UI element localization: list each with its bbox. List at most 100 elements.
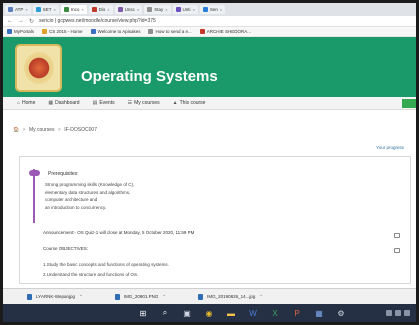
browser-tab[interactable]: Sen × bbox=[199, 5, 226, 14]
file-icon bbox=[198, 293, 204, 300]
system-tray bbox=[386, 310, 410, 316]
task-view-icon[interactable]: ▣ bbox=[180, 306, 194, 320]
bookmark-label: CS 2015 - Home bbox=[49, 29, 83, 34]
tab-label: ATP bbox=[15, 7, 24, 12]
browser-tab[interactable]: Unti × bbox=[172, 5, 198, 14]
bookmark-favicon-icon bbox=[7, 29, 12, 34]
settings-icon[interactable]: ⚙ bbox=[334, 306, 348, 320]
browser-tab[interactable]: Dis × bbox=[88, 5, 113, 14]
url-field[interactable]: sericio | gcpwes.net/moodle/course/view.… bbox=[39, 18, 156, 24]
download-item[interactable]: IMG_20901.PNG ⌃ bbox=[114, 293, 166, 300]
prerequisites-title: Prerequisites: bbox=[48, 171, 79, 177]
tab-favicon-icon bbox=[147, 7, 153, 12]
download-item[interactable]: LYARNK-Wepanjpg ⌃ bbox=[27, 293, 83, 300]
nav-item[interactable]: ▦ Dashboard bbox=[48, 100, 79, 106]
nav-item[interactable]: ⌂ Home bbox=[17, 100, 35, 106]
breadcrumb-course[interactable]: IF-DOSOC007 bbox=[64, 127, 97, 133]
browser-tab[interactable]: ATP × bbox=[5, 5, 31, 14]
address-bar: ← → ↻ sericio | gcpwes.net/moodle/course… bbox=[3, 16, 416, 27]
nav-item[interactable]: ▲ This course bbox=[173, 100, 206, 106]
list-item: elementary data structures and algorithm… bbox=[45, 189, 131, 195]
course-content: Prerequisites: Strong programming skills… bbox=[19, 156, 411, 284]
close-icon[interactable]: × bbox=[25, 7, 27, 12]
objectives-list: 1.Study the basic concepts and functions… bbox=[43, 260, 169, 280]
course-banner: Operating Systems bbox=[3, 37, 416, 97]
tab-favicon-icon bbox=[35, 7, 41, 12]
chevron-up-icon[interactable]: ⌃ bbox=[259, 294, 263, 300]
windows-start-icon[interactable]: ⊞ bbox=[136, 306, 150, 320]
back-icon[interactable]: ← bbox=[7, 18, 13, 24]
forward-icon[interactable]: → bbox=[18, 18, 24, 24]
breadcrumb: 🏠 > My courses > IF-DOSOC007 bbox=[13, 127, 97, 133]
logo-seal bbox=[24, 52, 54, 84]
nav-item-label: This course bbox=[179, 100, 206, 106]
tab-label: SET bbox=[42, 7, 52, 12]
bookmark-item[interactable]: CS 2015 - Home bbox=[42, 29, 83, 34]
home-icon: ⌂ bbox=[17, 100, 21, 106]
volume-icon[interactable] bbox=[395, 310, 401, 316]
list-item: computer architecture and bbox=[45, 197, 98, 202]
tab-label: Sen bbox=[209, 7, 218, 12]
tab-label: Inco bbox=[70, 7, 80, 12]
nav-item[interactable]: ☰ My courses bbox=[128, 100, 160, 106]
prerequisites-list: Strong programming skills (Knowledge of … bbox=[45, 181, 134, 211]
tab-favicon-icon bbox=[202, 7, 208, 12]
list-item: an introduction to concurrency. bbox=[45, 204, 107, 210]
breadcrumb-separator: > bbox=[57, 127, 61, 133]
completion-checkbox[interactable] bbox=[394, 233, 400, 238]
nav-edit-badge[interactable] bbox=[402, 99, 416, 108]
chrome-icon[interactable]: ◉ bbox=[202, 306, 216, 320]
tab-favicon-icon bbox=[175, 7, 181, 12]
chevron-up-icon[interactable]: ⌃ bbox=[162, 294, 166, 300]
powerpoint-icon[interactable]: P bbox=[290, 306, 304, 320]
bookmark-item[interactable]: How to send a e... bbox=[148, 29, 192, 34]
objectives-title: Course OBJECTIVES: bbox=[43, 246, 89, 251]
reload-icon[interactable]: ↻ bbox=[29, 18, 34, 25]
info-icon bbox=[29, 170, 40, 176]
battery-icon[interactable] bbox=[404, 310, 410, 316]
list-item: 2.Understand the structure and functions… bbox=[43, 272, 139, 277]
institution-logo bbox=[15, 44, 62, 92]
close-icon[interactable]: × bbox=[107, 7, 109, 12]
breadcrumb-my-courses[interactable]: My courses bbox=[29, 127, 55, 133]
screen: ATP × SET × Inco × Dis × Unsc × Stay × Unti × Sen × ← →… bbox=[3, 3, 416, 322]
browser-tab[interactable]: SET × bbox=[32, 5, 59, 14]
file-explorer-icon[interactable]: ▬ bbox=[224, 306, 238, 320]
progress-link[interactable]: Your progress bbox=[376, 145, 404, 150]
browser-tab[interactable]: Stay × bbox=[144, 5, 171, 14]
close-icon[interactable]: × bbox=[220, 7, 222, 12]
close-icon[interactable]: × bbox=[193, 7, 195, 12]
course-nav: ⌂ Home ▦ Dashboard ▤ Events ☰ My courses ▲ This c… bbox=[3, 97, 416, 110]
bookmark-item[interactable]: MyPortals bbox=[7, 29, 34, 34]
tab-label: Unti bbox=[182, 7, 191, 12]
chevron-up-icon[interactable]: ⌃ bbox=[79, 294, 83, 300]
bookmark-favicon-icon bbox=[42, 29, 48, 34]
close-icon[interactable]: × bbox=[165, 7, 167, 12]
bookmark-favicon-icon bbox=[199, 29, 205, 34]
calendar-icon[interactable]: ▦ bbox=[312, 306, 326, 320]
close-icon[interactable]: × bbox=[54, 7, 56, 12]
nav-item[interactable]: ▤ Events bbox=[93, 100, 115, 106]
bookmark-favicon-icon bbox=[148, 29, 154, 34]
courses-icon: ☰ bbox=[127, 100, 133, 106]
windows-taskbar: ⊞ ⌕ ▣ ◉ ▬ W X P ▦ ⚙ bbox=[3, 304, 416, 322]
download-item[interactable]: IMG_20190826_14...jpg ⌃ bbox=[198, 293, 263, 300]
search-icon[interactable]: ⌕ bbox=[158, 306, 172, 320]
browser-tab[interactable]: Inco × bbox=[60, 5, 87, 14]
bookmark-label: How to send a e... bbox=[155, 29, 192, 34]
tab-favicon-icon bbox=[8, 7, 13, 12]
nav-item-label: Events bbox=[99, 100, 115, 106]
close-icon[interactable]: × bbox=[137, 7, 139, 12]
excel-icon[interactable]: X bbox=[268, 306, 282, 320]
bookmark-item[interactable]: Welcome to Apisakes bbox=[90, 29, 140, 34]
word-icon[interactable]: W bbox=[246, 306, 260, 320]
bookmark-label: MyPortals bbox=[14, 29, 35, 34]
download-filename: IMG_20901.PNG bbox=[123, 294, 159, 299]
bookmark-item[interactable]: ARCHIE SHEDORA... bbox=[199, 29, 251, 34]
download-filename: IMG_20190826_14...jpg bbox=[207, 294, 256, 299]
breadcrumb-home-icon[interactable]: 🏠 bbox=[13, 127, 19, 133]
close-icon[interactable]: × bbox=[81, 7, 83, 12]
browser-tab[interactable]: Unsc × bbox=[114, 5, 143, 14]
completion-checkbox[interactable] bbox=[394, 248, 400, 253]
network-icon[interactable] bbox=[386, 310, 392, 316]
